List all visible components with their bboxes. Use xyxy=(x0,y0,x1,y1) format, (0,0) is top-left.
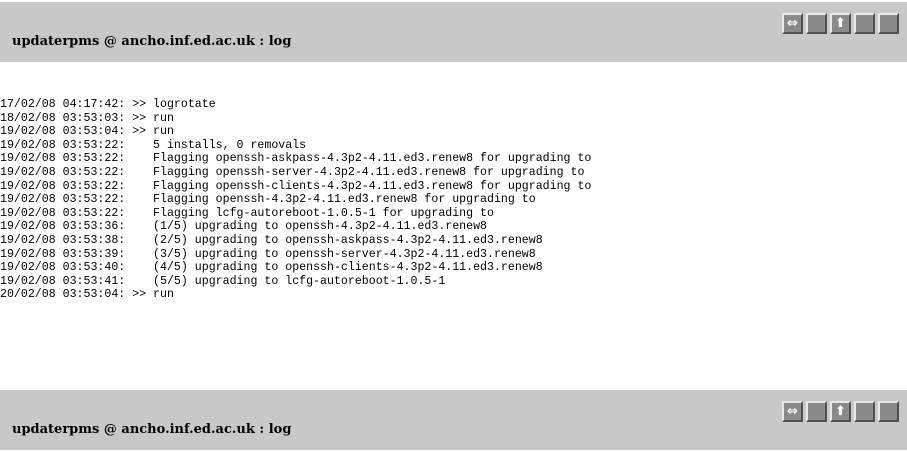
blank-button-icon[interactable] xyxy=(806,13,827,34)
page-title-footer: updaterpms @ ancho.inf.ed.ac.uk : log xyxy=(12,422,292,437)
log-line: 19/02/08 03:53:22: Flagging lcfg-autoreb… xyxy=(0,206,494,220)
nav-toolbar-footer: ⇔ ⬆ xyxy=(782,401,899,422)
blank-button-icon[interactable] xyxy=(806,401,827,422)
bottom-header-bar: updaterpms @ ancho.inf.ed.ac.uk : log ⇔ … xyxy=(0,390,907,450)
log-line: 18/02/08 03:53:03: >> run xyxy=(0,111,174,125)
log-line: 17/02/08 04:17:42: >> logrotate xyxy=(0,98,216,111)
blank-button-icon[interactable] xyxy=(878,401,899,422)
blank-button-icon[interactable] xyxy=(878,13,899,34)
log-line: 19/02/08 03:53:36: (1/5) upgrading to op… xyxy=(0,220,488,234)
log-output: 17/02/08 04:17:42: >> logrotate 18/02/08… xyxy=(0,98,907,302)
log-line: 19/02/08 03:53:22: 5 installs, 0 removal… xyxy=(0,138,307,152)
log-line: 19/02/08 03:53:22: Flagging openssh-askp… xyxy=(0,152,592,166)
log-line: 19/02/08 03:53:39: (3/5) upgrading to op… xyxy=(0,247,536,261)
log-line: 19/02/08 03:53:22: Flagging openssh-serv… xyxy=(0,165,585,179)
double-arrow-icon[interactable]: ⇔ xyxy=(782,13,803,34)
log-line: 19/02/08 03:53:41: (5/5) upgrading to lc… xyxy=(0,274,446,288)
log-line: 19/02/08 03:53:22: Flagging openssh-clie… xyxy=(0,179,592,193)
log-line: 20/02/08 03:53:04: >> run xyxy=(0,288,174,302)
log-line: 19/02/08 03:53:22: Flagging openssh-4.3p… xyxy=(0,193,536,207)
up-arrow-icon[interactable]: ⬆ xyxy=(830,401,851,422)
up-arrow-icon[interactable]: ⬆ xyxy=(830,13,851,34)
log-line: 19/02/08 03:53:04: >> run xyxy=(0,125,174,139)
blank-button-icon[interactable] xyxy=(854,13,875,34)
top-header-bar: updaterpms @ ancho.inf.ed.ac.uk : log ⇔ … xyxy=(0,2,907,62)
nav-toolbar: ⇔ ⬆ xyxy=(782,13,899,34)
log-line: 19/02/08 03:53:40: (4/5) upgrading to op… xyxy=(0,261,543,275)
double-arrow-icon[interactable]: ⇔ xyxy=(782,401,803,422)
log-line: 19/02/08 03:53:38: (2/5) upgrading to op… xyxy=(0,233,543,247)
page-title: updaterpms @ ancho.inf.ed.ac.uk : log xyxy=(12,34,292,49)
blank-button-icon[interactable] xyxy=(854,401,875,422)
